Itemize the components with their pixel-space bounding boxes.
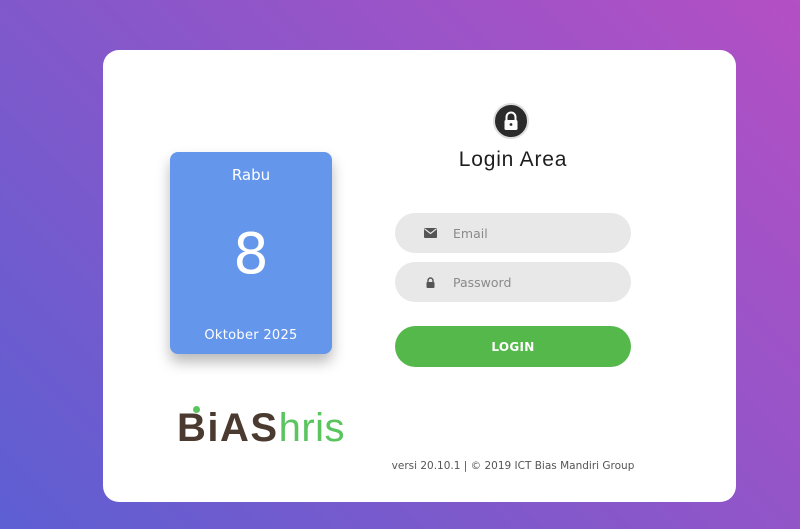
day-number: 8	[233, 222, 269, 287]
biashris-logo: BiAShris	[177, 406, 346, 450]
email-input[interactable]	[451, 224, 615, 242]
login-button[interactable]: LOGIN	[395, 326, 631, 367]
login-card: Rabu 8 Oktober 2025 BiAShris Login Area	[103, 50, 736, 502]
logo-part-bias: BiAS	[177, 406, 279, 450]
padlock-icon	[423, 275, 437, 289]
logo-dot	[193, 406, 200, 413]
password-input[interactable]	[451, 273, 615, 291]
month-year: Oktober 2025	[204, 328, 298, 343]
day-name: Rabu	[231, 166, 271, 184]
date-tile: Rabu 8 Oktober 2025	[170, 152, 332, 354]
login-title: Login Area	[458, 148, 568, 171]
logo-part-hris: hris	[278, 406, 346, 450]
email-field[interactable]	[395, 213, 631, 253]
version-footer: versi 20.10.1 | © 2019 ICT Bias Mandiri …	[391, 460, 635, 472]
envelope-icon	[423, 226, 437, 240]
password-field[interactable]	[395, 262, 631, 302]
lock-icon	[493, 103, 529, 139]
